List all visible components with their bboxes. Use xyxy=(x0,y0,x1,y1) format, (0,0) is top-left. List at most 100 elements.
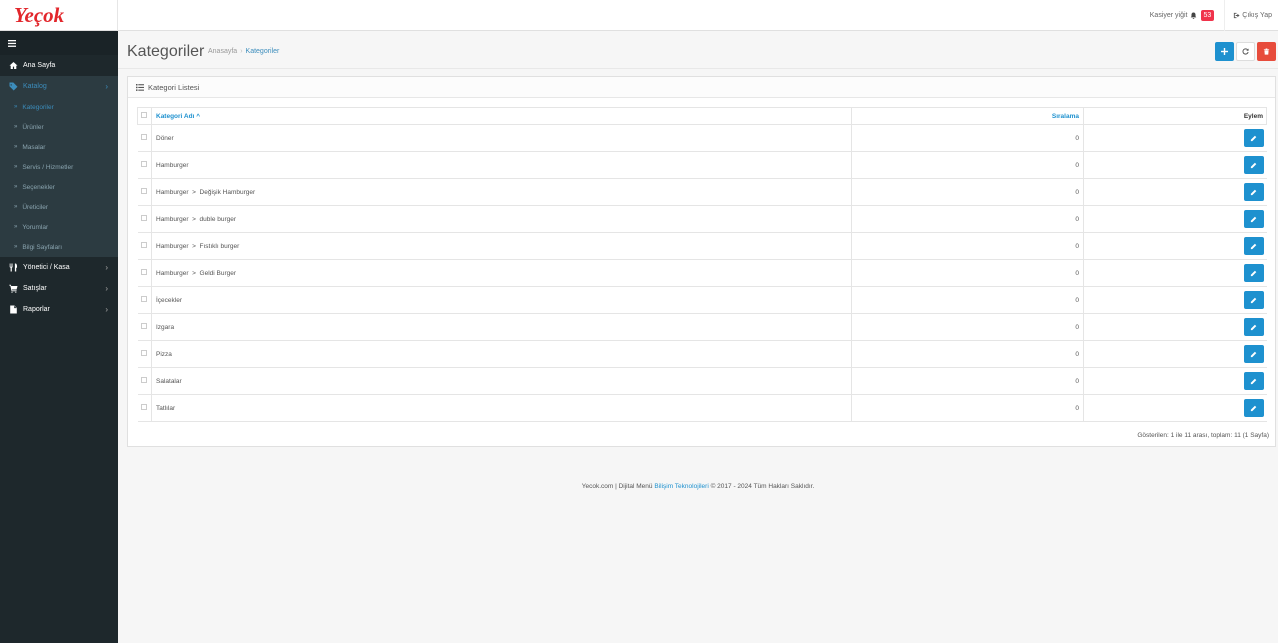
category-sort: 0 xyxy=(851,286,1084,314)
table-row: İçecekler 0 xyxy=(137,286,1267,314)
logo[interactable]: Yeçok xyxy=(0,0,118,31)
trash-icon xyxy=(1263,48,1270,55)
table-row: Hamburger > Fıstıklı burger 0 xyxy=(137,232,1267,260)
row-checkbox[interactable] xyxy=(140,215,147,221)
user-name[interactable]: Kasiyer yiğit xyxy=(1150,12,1188,19)
logout-label: Çıkış Yap xyxy=(1242,12,1272,19)
row-checkbox-cell xyxy=(137,232,152,260)
submenu-item[interactable]: » Yorumlar xyxy=(0,217,118,237)
top-header: Yeçok Kasiyer yiğit 53 Çıkış Yap xyxy=(0,0,1278,31)
angle-double-right-icon: » xyxy=(14,204,18,210)
pencil-icon xyxy=(1250,216,1257,222)
sort-header-link[interactable]: Sıralama xyxy=(1052,113,1079,120)
sidebar-item-sales[interactable]: Satışlar › xyxy=(0,278,118,299)
row-checkbox[interactable] xyxy=(140,377,147,383)
row-checkbox[interactable] xyxy=(140,134,147,140)
category-sort: 0 xyxy=(851,178,1084,206)
submenu-label: Yorumlar xyxy=(22,223,49,231)
sidebar: Ana Sayfa Katalog › » Kategoriler » Ürünle… xyxy=(0,31,118,643)
refresh-icon xyxy=(1242,48,1249,55)
sort-asc-icon: ^ xyxy=(196,112,201,120)
sort-header[interactable]: Sıralama xyxy=(851,107,1084,125)
row-checkbox-cell xyxy=(137,205,152,233)
table-body: Döner 0 Hamburger 0 Hamburger > Değişik Hamb… xyxy=(137,124,1267,422)
submenu-item[interactable]: » Üreticiler xyxy=(0,197,118,217)
edit-button[interactable] xyxy=(1243,237,1264,255)
category-sort: 0 xyxy=(851,124,1084,152)
table-row: Hamburger > Değişik Hamburger 0 xyxy=(137,178,1267,206)
edit-button[interactable] xyxy=(1243,291,1264,309)
action-cell xyxy=(1083,205,1267,233)
edit-button[interactable] xyxy=(1243,399,1264,417)
main-content: Kategoriler Anasayfa › Kategoriler Kategor… xyxy=(118,31,1278,643)
sidebar-item-manager[interactable]: Yönetici / Kasa › xyxy=(0,257,118,278)
row-checkbox[interactable] xyxy=(140,188,147,194)
sidebar-item-reports[interactable]: Raporlar › xyxy=(0,299,118,320)
user-area: Kasiyer yiğit 53 Çıkış Yap xyxy=(1150,0,1278,31)
category-sort: 0 xyxy=(851,151,1084,179)
chevron-right-icon: › xyxy=(105,305,108,314)
row-checkbox[interactable] xyxy=(140,296,147,302)
name-header-link[interactable]: Kategori Adı ^ xyxy=(156,113,200,120)
category-name: Izgara xyxy=(151,313,852,341)
action-cell xyxy=(1083,286,1267,314)
refresh-button[interactable] xyxy=(1236,42,1255,61)
category-name: Hamburger > Değişik Hamburger xyxy=(151,178,852,206)
logout-link[interactable]: Çıkış Yap xyxy=(1224,0,1278,31)
name-header[interactable]: Kategori Adı ^ xyxy=(151,107,852,125)
edit-button[interactable] xyxy=(1243,183,1264,201)
action-cell xyxy=(1083,367,1267,395)
row-checkbox[interactable] xyxy=(140,161,147,167)
table-header-row: Kategori Adı ^ Sıralama Eylem xyxy=(137,107,1267,125)
submenu-item[interactable]: » Kategoriler xyxy=(0,97,118,117)
row-checkbox[interactable] xyxy=(140,269,147,275)
row-checkbox-cell xyxy=(137,178,152,206)
sidebar-item-catalog[interactable]: Katalog › xyxy=(0,76,118,97)
select-all-checkbox[interactable] xyxy=(141,112,147,118)
submenu-item[interactable]: » Servis / Hizmetler xyxy=(0,157,118,177)
notification-badge[interactable]: 53 xyxy=(1200,10,1215,21)
submenu-item[interactable]: » Seçenekler xyxy=(0,177,118,197)
action-cell xyxy=(1083,340,1267,368)
submenu-item[interactable]: » Ürünler xyxy=(0,117,118,137)
row-checkbox-cell xyxy=(137,124,152,152)
row-checkbox[interactable] xyxy=(140,242,147,248)
edit-button[interactable] xyxy=(1243,318,1264,336)
edit-button[interactable] xyxy=(1243,156,1264,174)
table-row: Tatlılar 0 xyxy=(137,394,1267,422)
pencil-icon xyxy=(1250,405,1257,411)
pencil-icon xyxy=(1250,378,1257,384)
category-name: Hamburger xyxy=(151,151,852,179)
breadcrumb-separator: › xyxy=(240,48,243,55)
submenu-item[interactable]: » Masalar xyxy=(0,137,118,157)
bell-icon[interactable] xyxy=(1190,12,1197,19)
category-name: Pizza xyxy=(151,340,852,368)
pencil-icon xyxy=(1250,297,1257,303)
sidebar-toggle[interactable] xyxy=(0,31,118,55)
edit-button[interactable] xyxy=(1243,345,1264,363)
edit-button[interactable] xyxy=(1243,210,1264,228)
pencil-icon xyxy=(1250,135,1257,141)
footer-text: Yecok.com | Dijital Menü xyxy=(581,483,655,490)
row-checkbox[interactable] xyxy=(140,404,147,410)
category-name: Hamburger > duble burger xyxy=(151,205,852,233)
sidebar-item-label: Katalog xyxy=(23,83,47,90)
row-checkbox[interactable] xyxy=(140,350,147,356)
header-actions xyxy=(1215,42,1276,61)
catalog-submenu: » Kategoriler » Ürünler » Masalar » Servis /… xyxy=(0,97,118,257)
add-button[interactable] xyxy=(1215,42,1234,61)
breadcrumb-home[interactable]: Anasayfa xyxy=(208,48,237,55)
row-checkbox[interactable] xyxy=(140,323,147,329)
footer-link[interactable]: Bilişim Teknolojileri xyxy=(654,483,708,490)
submenu-item[interactable]: » Bilgi Sayfaları xyxy=(0,237,118,257)
submenu-label: Kategoriler xyxy=(22,103,54,111)
table-row: Izgara 0 xyxy=(137,313,1267,341)
delete-button[interactable] xyxy=(1257,42,1276,61)
panel-title: Kategori Listesi xyxy=(148,82,200,92)
category-name: Hamburger > Geldi Burger xyxy=(151,259,852,287)
edit-button[interactable] xyxy=(1243,372,1264,390)
breadcrumb-current[interactable]: Kategoriler xyxy=(246,48,280,55)
sidebar-item-home[interactable]: Ana Sayfa xyxy=(0,55,118,76)
edit-button[interactable] xyxy=(1243,129,1264,147)
edit-button[interactable] xyxy=(1243,264,1264,282)
